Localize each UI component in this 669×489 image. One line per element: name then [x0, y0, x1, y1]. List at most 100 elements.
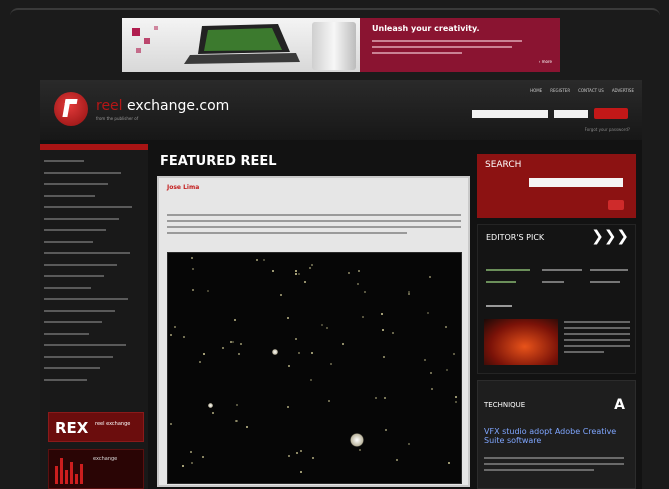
logo-icon[interactable]	[54, 92, 88, 126]
video-particle	[256, 259, 258, 261]
pick-link[interactable]	[590, 281, 620, 283]
sidebar-nav-item[interactable]	[44, 365, 132, 377]
video-particle	[203, 353, 205, 355]
adobe-logo-icon[interactable]: A	[614, 397, 625, 413]
sidebar-nav-item[interactable]	[44, 239, 132, 251]
sidebar-nav-item[interactable]	[44, 216, 132, 228]
pick-link[interactable]	[542, 269, 582, 271]
video-particle	[330, 363, 332, 365]
sidebar-nav-item[interactable]	[44, 181, 132, 193]
nav-item-placeholder	[44, 240, 93, 243]
video-particle	[212, 412, 214, 414]
sidebar-nav-item[interactable]	[44, 262, 132, 274]
sidebar-nav-item[interactable]	[44, 308, 132, 320]
topnav-advertise[interactable]: ADVERTISE	[612, 88, 634, 93]
nav-item-placeholder	[44, 321, 102, 323]
pick-link[interactable]	[486, 281, 516, 283]
pick-item-title[interactable]	[486, 305, 512, 307]
video-particle	[381, 313, 383, 315]
sidebar-nav-item[interactable]	[44, 158, 132, 170]
sidebar-red-bar	[40, 144, 148, 150]
pick-link[interactable]	[542, 281, 564, 283]
sidebar-nav-item[interactable]	[44, 227, 132, 239]
technique-panel: TECHNIQUE A VFX studio adopt Adobe Creat…	[477, 380, 636, 489]
video-particle	[362, 316, 364, 318]
video-particle	[310, 379, 312, 381]
description-line	[167, 232, 407, 234]
sidebar-nav-item[interactable]	[44, 319, 132, 331]
nav-item-placeholder	[44, 275, 104, 277]
topnav-register[interactable]: REGISTER	[550, 88, 570, 93]
video-particle	[342, 343, 344, 345]
nav-item-placeholder	[44, 263, 117, 266]
username-input[interactable]	[472, 110, 548, 118]
ad-computer-tower	[312, 22, 356, 70]
nav-item-placeholder	[44, 355, 113, 358]
video-particle	[300, 450, 302, 452]
sidebar-nav-item[interactable]	[44, 204, 132, 216]
pick-thumbnail[interactable]	[484, 319, 558, 365]
article-summary-line	[484, 463, 624, 465]
reel-author[interactable]: Jose Lima	[167, 184, 199, 191]
topnav-home[interactable]: HOME	[530, 88, 542, 93]
sidebar-nav-item[interactable]	[44, 273, 132, 285]
sidebar-nav-item[interactable]	[44, 331, 132, 343]
pick-description-line	[564, 327, 630, 329]
search-input[interactable]	[529, 178, 623, 187]
pick-link[interactable]	[486, 269, 530, 271]
video-particle	[183, 336, 185, 338]
video-particle	[311, 352, 313, 354]
ad-more-link[interactable]: › more	[539, 59, 552, 64]
video-particle	[455, 401, 457, 403]
exchange-banner[interactable]: exchange	[48, 449, 144, 489]
video-particle	[364, 291, 366, 293]
nav-item-placeholder	[44, 171, 121, 174]
video-particle	[304, 281, 306, 283]
video-player[interactable]	[167, 252, 462, 484]
sidebar-nav-item[interactable]	[44, 296, 132, 308]
video-particle	[445, 326, 447, 328]
sidebar-nav-item[interactable]	[44, 285, 132, 297]
editors-pick-title: EDITOR'S PICK	[486, 233, 545, 242]
topnav-contact[interactable]: CONTACT US	[578, 88, 604, 93]
technique-article-link[interactable]: VFX studio adopt Adobe Creative Suite so…	[484, 427, 624, 445]
site-logo[interactable]: reel exchange.com	[96, 98, 229, 114]
pick-description-line	[564, 351, 604, 353]
sidebar-nav-item[interactable]	[44, 170, 132, 182]
nav-item-placeholder	[44, 229, 106, 231]
nav-item-placeholder	[44, 217, 119, 220]
video-particle	[272, 270, 274, 272]
video-particle	[446, 369, 448, 371]
video-particle	[192, 268, 194, 270]
page-title: FEATURED REEL	[160, 154, 277, 169]
sidebar-nav-item[interactable]	[44, 250, 132, 262]
search-button[interactable]	[608, 200, 624, 210]
video-particle	[287, 317, 289, 319]
rex-banner[interactable]: REX reel exchange	[48, 412, 144, 442]
sidebar-nav	[44, 158, 132, 388]
video-particle	[311, 264, 313, 266]
pick-description-line	[564, 339, 630, 341]
video-particle	[359, 449, 361, 451]
password-input[interactable]	[554, 110, 588, 118]
video-particle	[326, 327, 328, 329]
login-form	[472, 108, 632, 122]
nav-item-placeholder	[44, 309, 115, 312]
sidebar-nav-item[interactable]	[44, 342, 132, 354]
video-particle	[321, 324, 323, 326]
video-particle	[357, 283, 359, 285]
video-particle	[174, 326, 176, 328]
login-button[interactable]	[594, 108, 628, 119]
forgot-password-link[interactable]: Forgot your password?	[585, 127, 630, 132]
video-particle	[312, 457, 314, 459]
nav-item-placeholder	[44, 378, 87, 381]
video-particle	[288, 455, 290, 457]
ad-banner[interactable]: Unleash your creativity. › more	[122, 18, 560, 72]
sidebar-nav-item[interactable]	[44, 377, 132, 389]
chevron-right-icon[interactable]: ❯❯❯	[591, 229, 629, 244]
sidebar-nav-item[interactable]	[44, 354, 132, 366]
monitor-frame: Unleash your creativity. › more reel exc…	[0, 0, 669, 489]
sidebar-nav-item[interactable]	[44, 193, 132, 205]
video-particle	[298, 352, 300, 354]
pick-link[interactable]	[590, 269, 628, 271]
